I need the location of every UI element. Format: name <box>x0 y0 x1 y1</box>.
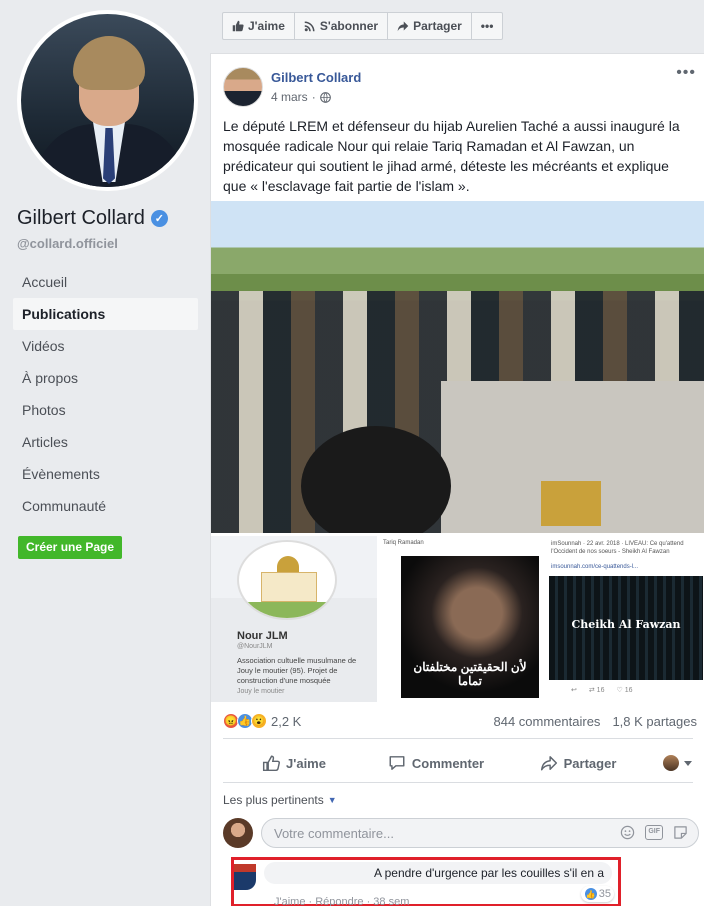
post-card: Gilbert Collard 4 mars · ••• Le député L… <box>210 53 704 906</box>
nav-item-a-propos[interactable]: À propos <box>13 362 198 394</box>
page-more-button[interactable]: ••• <box>472 13 503 39</box>
post-author-avatar[interactable] <box>223 67 263 107</box>
selector-avatar <box>663 755 679 771</box>
subscribe-button[interactable]: S'abonner <box>295 13 389 39</box>
page-nav: Accueil Publications Vidéos À propos Pho… <box>13 266 198 522</box>
reaction-count[interactable]: 2,2 K <box>271 714 301 729</box>
page-like-button[interactable]: J'aime <box>223 13 295 39</box>
post-like-button[interactable]: J'aime <box>223 754 365 772</box>
page-action-bar: J'aime S'abonner Partager ••• <box>222 12 504 40</box>
comment-bubble: A pendre d'urgence par les couilles s'il… <box>264 862 612 884</box>
comments-count[interactable]: 844 commentaires <box>493 714 600 729</box>
rss-icon <box>304 21 315 32</box>
tweet-card-title: Cheikh Al Fawzan <box>571 618 681 631</box>
nav-item-articles[interactable]: Articles <box>13 426 198 458</box>
sticker-icon[interactable] <box>673 825 688 840</box>
divider <box>223 782 693 783</box>
comment-sort-dropdown[interactable]: Les plus pertinents ▼ <box>223 793 337 807</box>
comment-input-placeholder: Votre commentaire... <box>274 825 394 841</box>
post-options-button[interactable]: ••• <box>676 64 696 82</box>
page-share-label: Partager <box>413 19 462 33</box>
post-meta: 4 mars · <box>271 90 331 104</box>
post-like-label: J'aime <box>286 755 326 771</box>
post-as-selector[interactable] <box>649 755 693 771</box>
nav-item-evenements[interactable]: Évènements <box>13 458 198 490</box>
caret-down-icon <box>684 761 692 766</box>
post-share-button[interactable]: Partager <box>507 754 649 772</box>
photo-thumb-nour-jlm[interactable]: Nour JLM @NourJLM Association cultuelle … <box>211 536 377 702</box>
shares-count[interactable]: 1,8 K partages <box>612 714 697 729</box>
comment-composer: Votre commentaire... GIF <box>223 816 699 850</box>
comment-sort-label: Les plus pertinents <box>223 793 324 807</box>
caret-down-icon: ▼ <box>327 795 337 805</box>
tweet-retweet-stat: ⇄ 16 <box>588 687 605 694</box>
commenter-avatar[interactable] <box>234 864 256 890</box>
current-user-avatar[interactable] <box>223 818 253 848</box>
comment-bubble-icon <box>389 756 405 770</box>
video-subtitle: لأن الحقيقتين مختلفتان تماما <box>413 660 527 688</box>
post-main-photo[interactable] <box>211 201 704 533</box>
page-share-button[interactable]: Partager <box>388 13 472 39</box>
thumb-tweet-header: imSounnah · 22 avr. 2018 · LIVEAU: Ce qu… <box>551 541 684 555</box>
post-action-buttons: J'aime Commenter Partager <box>223 746 693 780</box>
create-page-button[interactable]: Créer une Page <box>18 536 123 559</box>
thumb-account-handle: @NourJLM <box>237 643 273 650</box>
comment-likes-count: 35 <box>598 888 611 900</box>
post-share-label: Partager <box>563 755 617 771</box>
post-author-name[interactable]: Gilbert Collard <box>271 70 361 85</box>
post-comment-label: Commenter <box>411 755 485 771</box>
thumbs-up-icon <box>232 20 244 32</box>
like-icon: 👍 <box>583 887 598 901</box>
tweet-like-stat: ♡ 16 <box>616 687 633 694</box>
verified-badge-icon: ✓ <box>150 210 168 227</box>
page-name-text[interactable]: Gilbert Collard <box>17 207 145 230</box>
post-comment-button[interactable]: Commenter <box>365 754 507 772</box>
thumb-tweet-url: imsounnah.com/ce-quattends-l... <box>551 564 639 570</box>
nav-item-videos[interactable]: Vidéos <box>13 330 198 362</box>
page-like-label: J'aime <box>248 19 285 33</box>
photo-thumb-fawzan-tweet[interactable]: imSounnah · 22 avr. 2018 · LIVEAU: Ce qu… <box>547 536 704 702</box>
share-arrow-icon <box>540 756 557 771</box>
nav-item-publications[interactable]: Publications <box>13 298 198 330</box>
emoji-icon[interactable] <box>620 825 635 840</box>
wow-icon[interactable]: 😮 <box>251 713 267 729</box>
post-date[interactable]: 4 mars <box>271 90 308 104</box>
gif-icon[interactable]: GIF <box>645 825 663 840</box>
nav-item-photos[interactable]: Photos <box>13 394 198 426</box>
thumb-tweet-header: Tariq Ramadan <box>383 540 424 546</box>
thumb-account-name: Nour JLM <box>237 630 288 642</box>
divider <box>223 738 693 739</box>
page-handle[interactable]: @collard.officiel <box>17 236 118 251</box>
mosque-logo-icon <box>237 540 337 620</box>
tweet-stats: ↩ ⇄ 16 ♡ 16 <box>571 686 633 694</box>
post-photo-grid: Nour JLM @NourJLM Association cultuelle … <box>211 536 704 702</box>
post-text: Le député LREM et défenseur du hijab Aur… <box>223 118 680 194</box>
highlighted-comment: A pendre d'urgence par les couilles s'il… <box>231 857 621 906</box>
globe-icon[interactable] <box>319 91 331 103</box>
meta-separator: · <box>311 90 316 104</box>
share-arrow-icon <box>397 21 409 32</box>
nav-item-communaute[interactable]: Communauté <box>13 490 198 522</box>
page-sidebar: Gilbert Collard ✓ @collard.officiel Accu… <box>0 0 210 906</box>
comment-actions[interactable]: J'aime · Répondre · 38 sem <box>274 896 409 906</box>
thumb-account-description: Association cultuelle musulmane de Jouy … <box>237 656 357 685</box>
page-profile-photo[interactable] <box>17 10 198 191</box>
subscribe-label: S'abonner <box>319 19 379 33</box>
nav-item-accueil[interactable]: Accueil <box>13 266 198 298</box>
comment-text: A pendre d'urgence par les couilles s'il… <box>373 866 604 880</box>
photo-thumb-video-screenshot[interactable]: Tariq Ramadan لأن الحقيقتين مختلفتان تما… <box>379 536 545 702</box>
reactions-summary: 😠 👍 😮 2,2 K 844 commentaires 1,8 K parta… <box>223 710 697 732</box>
thumbs-up-icon <box>262 755 280 772</box>
comment-likes[interactable]: 👍 35 <box>580 886 614 902</box>
comment-input[interactable]: Votre commentaire... GIF <box>261 818 699 848</box>
thumb-account-location: Jouy le moutier <box>237 688 285 695</box>
page-title[interactable]: Gilbert Collard ✓ <box>17 207 168 230</box>
tweet-reply-icon: ↩ <box>571 687 577 694</box>
